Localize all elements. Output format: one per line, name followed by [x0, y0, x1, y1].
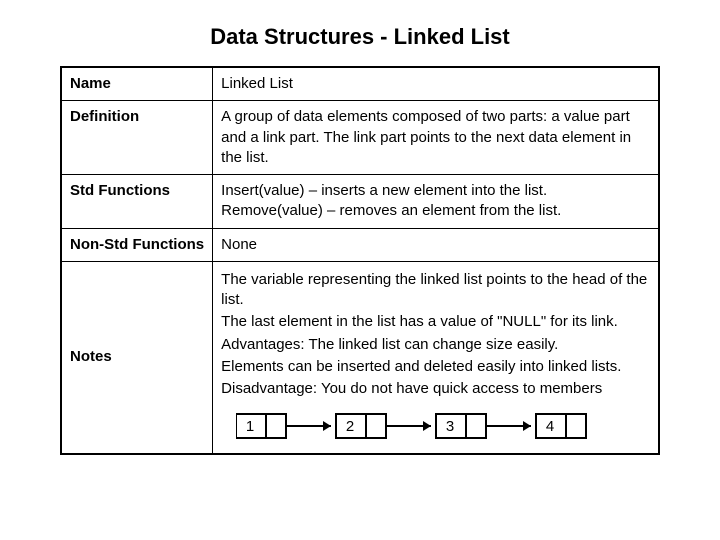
list-node: 1	[236, 414, 286, 438]
stdfns-line1: Insert(value) – inserts a new element in…	[221, 181, 650, 201]
arrow-icon	[386, 421, 431, 431]
node-value: 3	[445, 418, 453, 435]
node-value: 1	[245, 418, 253, 435]
row-label-stdfns: Std Functions	[61, 175, 213, 229]
node-value: 2	[345, 418, 353, 435]
notes-line: Elements can be inserted and deleted eas…	[221, 357, 650, 377]
table-row: Name Linked List	[61, 67, 659, 101]
arrow-icon	[486, 421, 531, 431]
row-value-name: Linked List	[213, 67, 659, 101]
stdfns-line2: Remove(value) – removes an element from …	[221, 201, 650, 221]
row-value-notes: The variable representing the linked lis…	[213, 261, 659, 454]
arrow-icon	[286, 421, 331, 431]
notes-line: Advantages: The linked list can change s…	[221, 335, 650, 355]
table-row: Notes The variable representing the link…	[61, 261, 659, 454]
page: Data Structures - Linked List Name Linke…	[0, 0, 720, 540]
row-value-definition: A group of data elements composed of two…	[213, 101, 659, 175]
node-value: 4	[545, 418, 553, 435]
list-node: 4	[536, 414, 586, 438]
row-label-notes: Notes	[61, 261, 213, 454]
notes-line: The variable representing the linked lis…	[221, 270, 650, 311]
definition-table: Name Linked List Definition A group of d…	[60, 66, 660, 455]
linked-list-svg: 1 2	[236, 409, 636, 443]
row-value-stdfns: Insert(value) – inserts a new element in…	[213, 175, 659, 229]
table-row: Non-Std Functions None	[61, 228, 659, 261]
table-row: Definition A group of data elements comp…	[61, 101, 659, 175]
list-node: 3	[436, 414, 486, 438]
notes-line: The last element in the list has a value…	[221, 312, 650, 332]
page-title: Data Structures - Linked List	[60, 24, 660, 50]
row-label-definition: Definition	[61, 101, 213, 175]
notes-line: Disadvantage: You do not have quick acce…	[221, 379, 650, 399]
row-label-nonstdfns: Non-Std Functions	[61, 228, 213, 261]
table-row: Std Functions Insert(value) – inserts a …	[61, 175, 659, 229]
list-node: 2	[336, 414, 386, 438]
linked-list-diagram: 1 2	[221, 401, 650, 447]
row-label-name: Name	[61, 67, 213, 101]
row-value-nonstdfns: None	[213, 228, 659, 261]
